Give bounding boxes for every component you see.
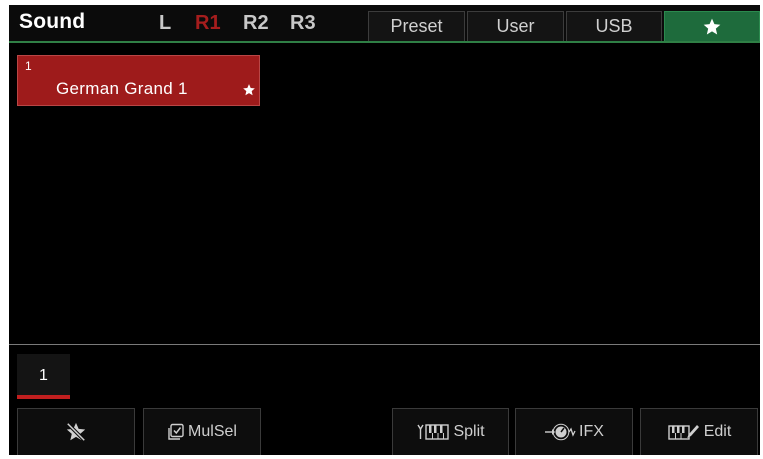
star-icon xyxy=(703,18,721,35)
edit-label: Edit xyxy=(703,423,732,440)
edit-button[interactable]: Edit xyxy=(640,408,758,455)
sound-screen: Sound L R1 R2 R3 Preset User USB 1 Germa… xyxy=(9,5,760,455)
header-divider xyxy=(9,41,760,43)
multi-select-button[interactable]: MulSel xyxy=(143,408,261,455)
keyboard-split-icon xyxy=(417,424,450,440)
part-tab-r3[interactable]: R3 xyxy=(290,12,316,35)
split-button[interactable]: Split xyxy=(392,408,509,455)
header-bar: Sound L R1 R2 R3 Preset User USB xyxy=(9,5,760,41)
tab-usb[interactable]: USB xyxy=(566,11,662,41)
unfavorite-star-icon xyxy=(66,422,86,442)
page-indicator xyxy=(17,395,70,399)
multi-select-icon xyxy=(168,423,184,440)
tab-favorites[interactable] xyxy=(664,11,760,41)
split-label: Split xyxy=(453,423,485,440)
effect-knob-icon xyxy=(545,423,576,441)
part-tab-l[interactable]: L xyxy=(159,12,171,35)
multi-select-label: MulSel xyxy=(188,423,237,440)
tab-preset[interactable]: Preset xyxy=(368,11,465,41)
ifx-button[interactable]: IFX xyxy=(515,408,633,455)
unfavorite-button[interactable] xyxy=(17,408,135,455)
part-tab-r1[interactable]: R1 xyxy=(195,12,221,35)
part-tab-r2[interactable]: R2 xyxy=(243,12,269,35)
page-tab-1[interactable]: 1 xyxy=(17,354,70,398)
list-divider xyxy=(9,344,760,345)
favorite-star-icon xyxy=(243,84,255,96)
ifx-label: IFX xyxy=(579,423,604,440)
tab-user[interactable]: User xyxy=(467,11,564,41)
keyboard-edit-icon xyxy=(668,425,699,440)
sound-name: German Grand 1 xyxy=(56,79,188,98)
sound-number: 1 xyxy=(25,59,32,73)
sound-list-item[interactable]: 1 German Grand 1 xyxy=(17,55,260,106)
page-title: Sound xyxy=(19,10,86,33)
